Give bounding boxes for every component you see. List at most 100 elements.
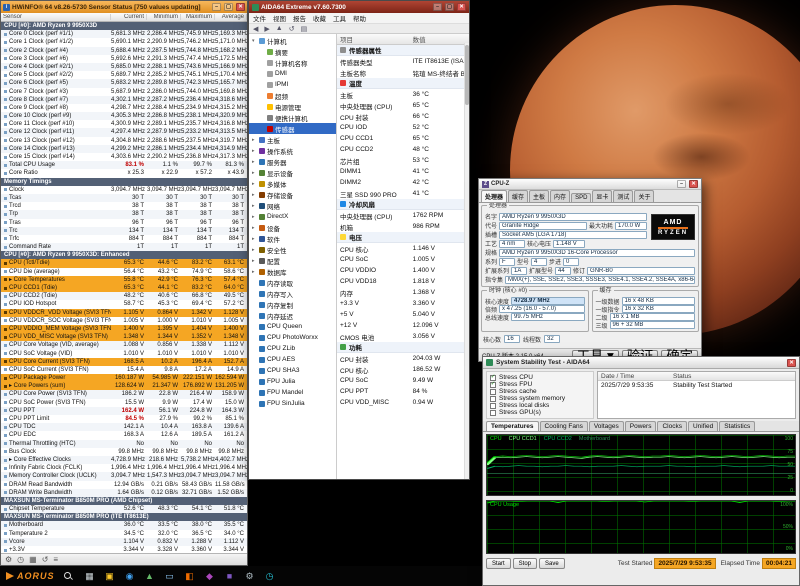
tree-item-33[interactable]: FPU SinJulia: [249, 398, 336, 409]
sensor-value-row[interactable]: 主板名称铭瑄 MS-终结者 B850M PRO: [337, 67, 469, 78]
tree-item-16[interactable]: ▸DirectX: [249, 211, 336, 222]
sensor-value-row[interactable]: CPU 封装66 °C: [337, 111, 469, 122]
sensor-row[interactable]: Core 14 Clock (perf #13)4,299.2 MHz2,286…: [1, 145, 247, 153]
tab-statistics[interactable]: Statistics: [719, 421, 755, 431]
tree-item-15[interactable]: ▸网络: [249, 200, 336, 211]
scrollbar[interactable]: [464, 43, 469, 479]
tree-item-10[interactable]: ▸操作系统: [249, 145, 336, 156]
sensor-row[interactable]: CPU PPT162.4 W56.1 W224.8 W164.3 W: [1, 407, 247, 415]
sensor-row[interactable]: Memory Controller Clock (UCLK)3,094.7 MH…: [1, 472, 247, 480]
hwinfo-close-button[interactable]: ✕: [236, 3, 245, 11]
cpuz-titlebar[interactable]: Z CPU-Z – ✕: [479, 179, 701, 190]
forward-icon[interactable]: ▶: [264, 25, 269, 33]
sensor-row[interactable]: CPU IOD Hotspot58.7 °C45.3 °C69.4 °C57.2…: [1, 300, 247, 308]
sensor-row[interactable]: CPU VDDIO_MEM Voltage (SVI3 TFN)1.400 V1…: [1, 325, 247, 333]
sensor-row[interactable]: CPU Die (average)56.4 °C43.2 °C74.9 °C58…: [1, 268, 247, 276]
sensor-row[interactable]: CPU Core Voltage (VID, average)1.088 V0.…: [1, 341, 247, 349]
back-icon[interactable]: ◀: [253, 25, 258, 33]
sensor-row[interactable]: +3.3V3.344 V3.328 V3.360 V3.344 V: [1, 546, 247, 553]
tree-item-25[interactable]: 内存延迟: [249, 310, 336, 321]
menu-item-2[interactable]: 报告: [293, 13, 306, 23]
tree-item-29[interactable]: CPU AES: [249, 354, 336, 365]
sensor-row[interactable]: Trp38 T38 T38 T38 T: [1, 210, 247, 218]
aida64-taskbar-icon[interactable]: ◆: [203, 569, 217, 583]
stability-titlebar[interactable]: System Stability Test - AIDA64 ✕: [483, 357, 799, 369]
tree-item-19[interactable]: ▸安全性: [249, 244, 336, 255]
checkbox[interactable]: ✓: [490, 375, 496, 381]
log-column-header[interactable]: Status: [670, 373, 795, 380]
sensor-row[interactable]: Core 15 Clock (perf #14)4,303.6 MHz2,290…: [1, 153, 247, 161]
sensor-row[interactable]: ▸ Core Effective Clocks4,728.9 MHz218.6 …: [1, 456, 247, 464]
sensor-value-row[interactable]: CPU SoC9.49 W: [337, 375, 469, 386]
tree-item-26[interactable]: CPU Queen: [249, 321, 336, 332]
sensor-value-row[interactable]: 主板36 °C: [337, 89, 469, 100]
tab-temperatures[interactable]: Temperatures: [486, 421, 539, 431]
sensor-value-row[interactable]: CPU SoC1.005 V: [337, 254, 469, 265]
sensor-row[interactable]: ▸ Core Temperatures55.8 °C42.9 °C76.3 °C…: [1, 276, 247, 284]
browser-icon[interactable]: ◉: [123, 569, 137, 583]
tree-item-6[interactable]: 电源管理: [249, 101, 336, 112]
sensor-row[interactable]: CPU VDDCR_SOC Voltage (SVI3 TFN)1.005 V1…: [1, 317, 247, 325]
sensor-value-row[interactable]: 芯片组53 °C: [337, 155, 469, 166]
sensor-row[interactable]: Bus Clock99.8 MHz99.8 MHz99.8 MHz99.8 MH…: [1, 448, 247, 456]
stress-option-5[interactable]: Stress GPU(s): [490, 409, 590, 416]
sensor-value-row[interactable]: CPU CCD248 °C: [337, 144, 469, 155]
sensor-value-row[interactable]: 传感器类型ITE IT8613E (ISA A30h): [337, 56, 469, 67]
tab-显卡[interactable]: 显卡: [592, 190, 612, 202]
sensor-value-row[interactable]: CPU PPT84 %: [337, 386, 469, 397]
tree-item-27[interactable]: CPU PhotoWorxx: [249, 332, 336, 343]
stress-option-3[interactable]: Stress system memory: [490, 395, 590, 402]
logging-icon[interactable]: ≡: [53, 555, 58, 564]
stress-option-1[interactable]: ✓Stress FPU: [490, 381, 590, 388]
sensor-row[interactable]: CPU VDD_MISC Voltage (SVI3 TFN)1.348 V1.…: [1, 333, 247, 341]
tab-powers[interactable]: Powers: [625, 421, 657, 431]
sensor-value-row[interactable]: CPU CCD165 °C: [337, 133, 469, 144]
aida64-titlebar[interactable]: AIDA64 Extreme v7.60.7300 – ▢ ✕: [249, 1, 469, 13]
sensor-row[interactable]: ▸ Core Powers (sum)128.624 W21.347 W176.…: [1, 382, 247, 390]
report-icon[interactable]: ▤: [301, 25, 308, 33]
checkbox[interactable]: [490, 403, 496, 409]
tab-处理器[interactable]: 处理器: [481, 190, 507, 202]
file-explorer-icon[interactable]: ▣: [103, 569, 117, 583]
tree-item-20[interactable]: ▸配置: [249, 255, 336, 266]
tree-item-3[interactable]: DMI: [249, 68, 336, 79]
sensor-row[interactable]: Clock3,094.7 MHz3,094.7 MHz3,094.7 MHz3,…: [1, 186, 247, 194]
sensor-row[interactable]: CPU Package Power160.187 W54.985 W222.15…: [1, 374, 247, 382]
sensor-value-row[interactable]: DIMM242 °C: [337, 177, 469, 188]
tree-item-23[interactable]: 内存写入: [249, 288, 336, 299]
sensor-row[interactable]: Core Ratiox 25.3x 22.9x 57.2x 43.9: [1, 169, 247, 177]
sensor-row[interactable]: Core 10 Clock (perf #9)4,305.3 MHz2,286.…: [1, 112, 247, 120]
tab-cooling-fans[interactable]: Cooling Fans: [540, 421, 588, 431]
log-row[interactable]: 2025/7/29 9:53:35Stability Test Started: [598, 381, 795, 390]
stop-button[interactable]: Stop: [513, 558, 537, 569]
sensor-value-row[interactable]: CPU 核心186.52 W: [337, 364, 469, 375]
sensor-value-row[interactable]: CPU VDD_MISC0.94 W: [337, 397, 469, 408]
store-icon[interactable]: ▲: [143, 569, 157, 583]
sensor-row[interactable]: Core 5 Clock (perf #2/2)5,689.7 MHz2,285…: [1, 71, 247, 79]
sensor-row[interactable]: CPU Core Current (SVI3 TFN)168.5 A10.2 A…: [1, 358, 247, 366]
sensor-row[interactable]: Core 3 Clock (perf #6)5,692.6 MHz2,291.3…: [1, 55, 247, 63]
sensor-row[interactable]: CPU Core Power (SVI3 TFN)186.2 W22.8 W21…: [1, 390, 247, 398]
sensor-row[interactable]: Core 9 Clock (perf #8)4,298.7 MHz2,288.4…: [1, 104, 247, 112]
tree-item-17[interactable]: ▸设备: [249, 222, 336, 233]
sensor-row[interactable]: Core 13 Clock (perf #12)4,304.8 MHz2,288…: [1, 137, 247, 145]
sensor-value-row[interactable]: CPU 封装204.03 W: [337, 353, 469, 364]
sensor-row[interactable]: CPU SoC Power (SVI3 TFN)15.5 W9.9 W17.4 …: [1, 399, 247, 407]
tree-item-21[interactable]: ▸数据库: [249, 266, 336, 277]
sensor-row[interactable]: Trcd38 T38 T38 T38 T: [1, 202, 247, 210]
tree-item-7[interactable]: 便携计算机: [249, 112, 336, 123]
sensor-row[interactable]: CPU EDC168.3 A12.6 A189.5 A161.2 A: [1, 431, 247, 439]
sensor-row[interactable]: Total CPU Usage83.1 %1.1 %99.7 %81.3 %: [1, 161, 247, 169]
stress-option-2[interactable]: Stress cache: [490, 388, 590, 395]
tab-SPD[interactable]: SPD: [571, 193, 591, 202]
log-column-header[interactable]: Date / Time: [598, 373, 670, 380]
sensor-row[interactable]: Core 2 Clock (perf #4)5,688.4 MHz2,287.5…: [1, 47, 247, 55]
sensor-value-row[interactable]: CMOS 电池3.056 V: [337, 331, 469, 342]
sensor-value-row[interactable]: +12 V12.096 V: [337, 320, 469, 331]
sensor-value-row[interactable]: 内存1.368 V: [337, 287, 469, 298]
tree-item-32[interactable]: FPU Mandel: [249, 387, 336, 398]
sensor-row[interactable]: Temperature 234.5 °C32.0 °C36.5 °C34.0 °…: [1, 530, 247, 538]
tree-item-12[interactable]: ▸显示设备: [249, 167, 336, 178]
checkbox[interactable]: [490, 389, 496, 395]
tab-关于[interactable]: 关于: [634, 190, 654, 202]
